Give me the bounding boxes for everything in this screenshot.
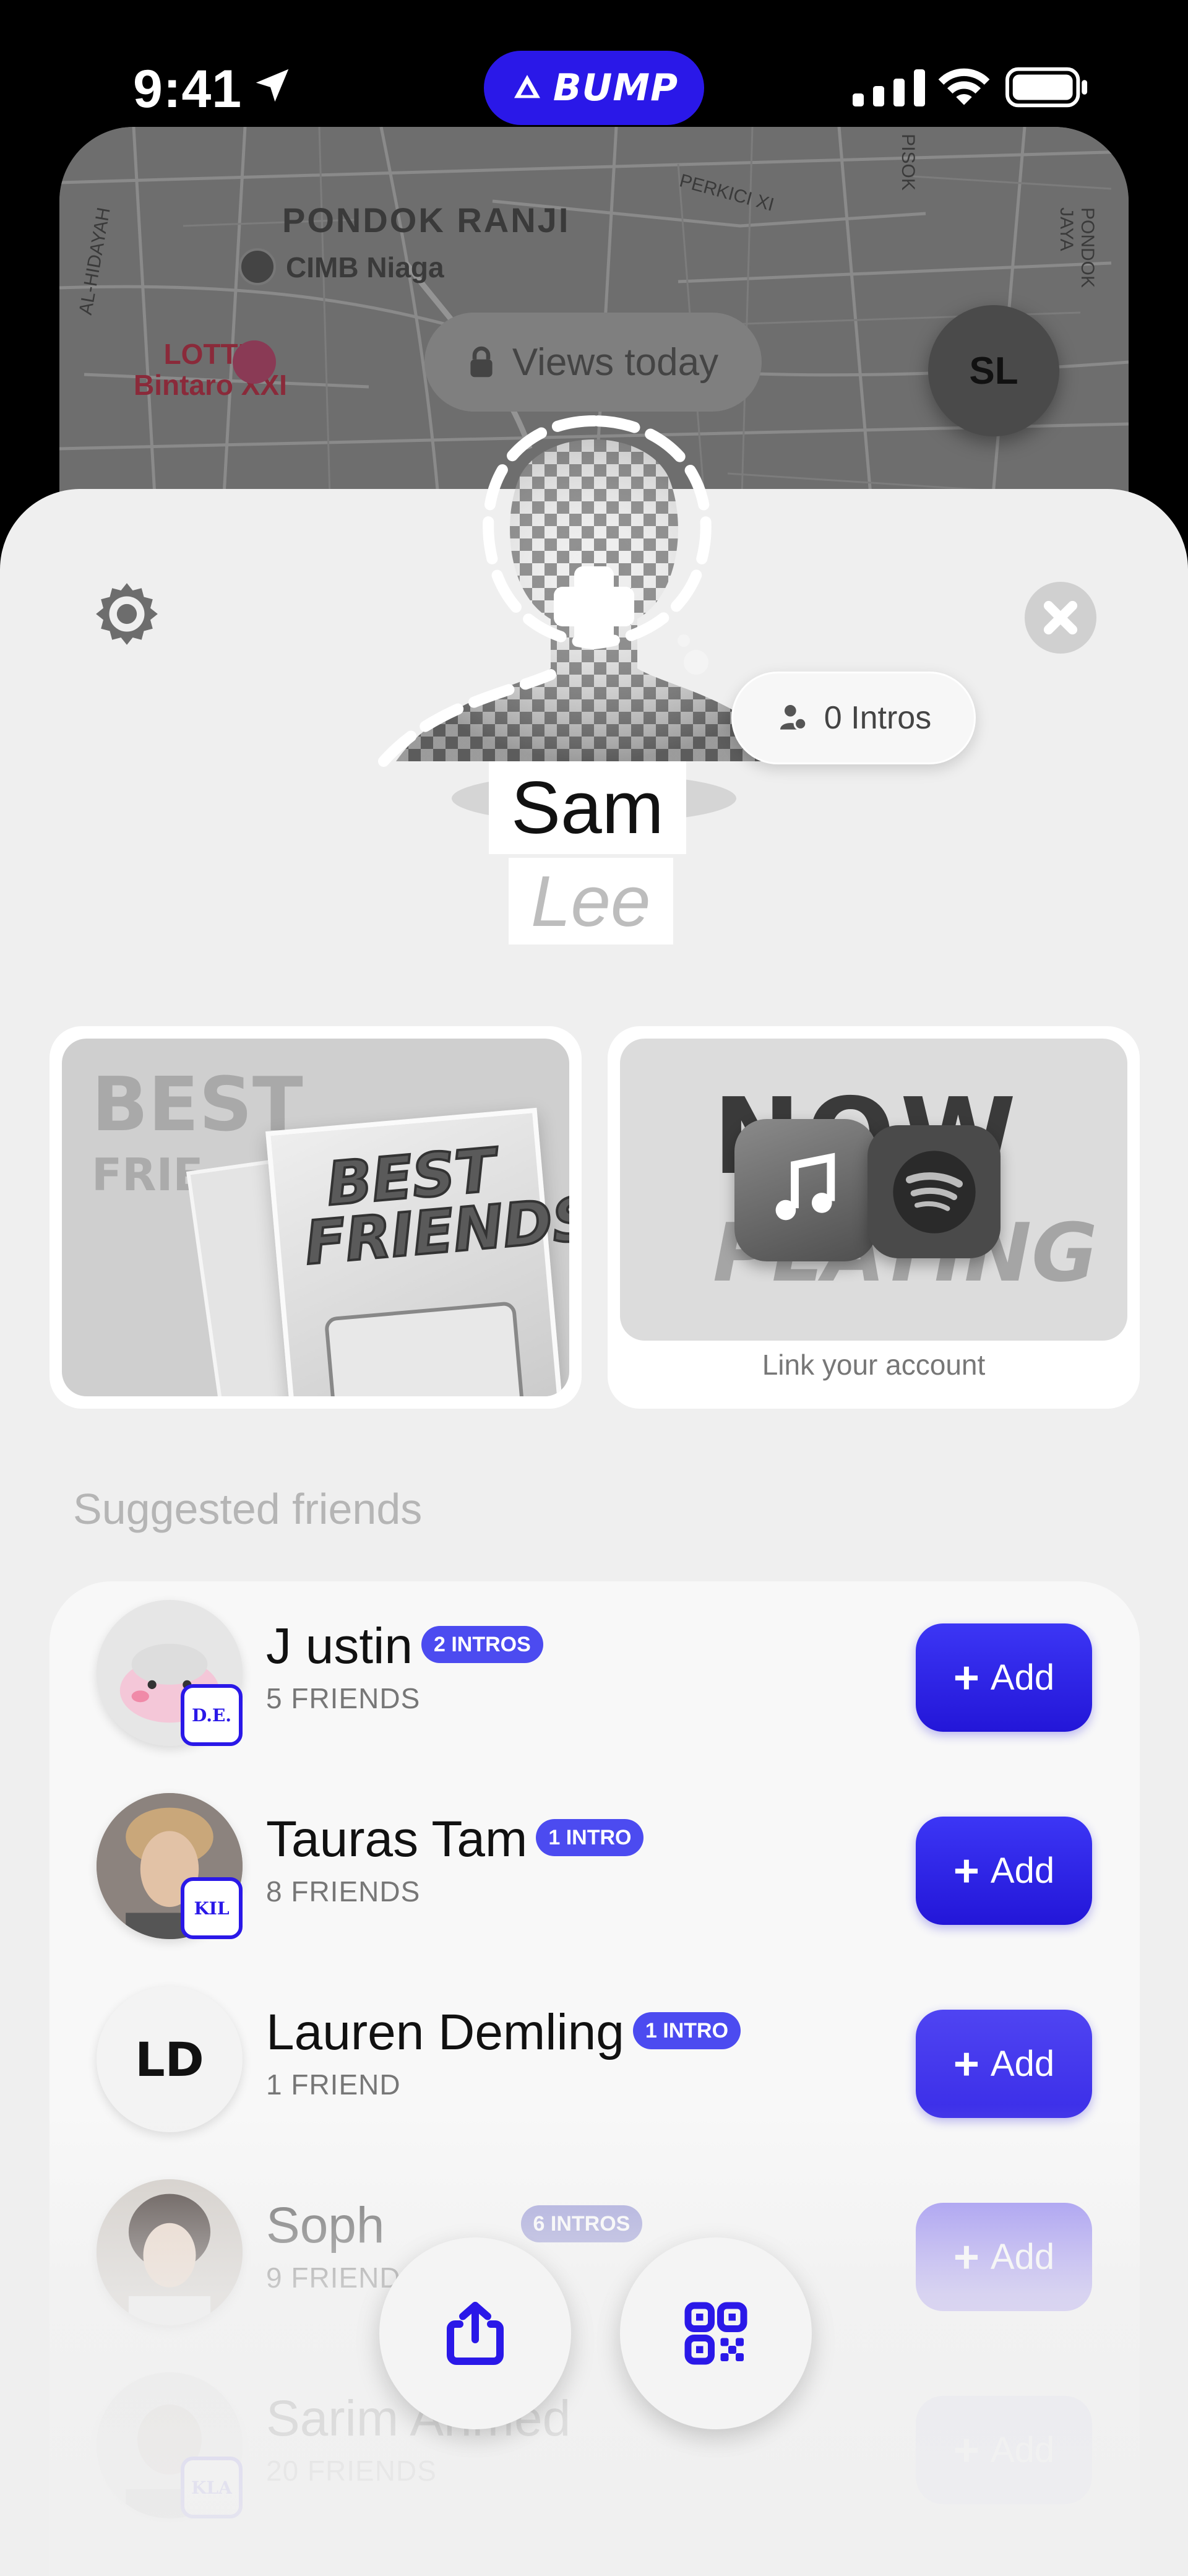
list-item[interactable]: Soph 6 INTROS 9 FRIENDS + Add	[50, 2161, 1140, 2354]
plus-icon: +	[953, 1653, 979, 1703]
friend-name: J ustin 2 INTROS	[266, 1617, 543, 1675]
friend-count: 5 FRIENDS	[266, 1682, 421, 1714]
friend-name-text: Soph	[266, 2197, 385, 2254]
plus-icon: +	[953, 2425, 979, 2475]
avatar[interactable]	[97, 2179, 243, 2325]
spotify-icon	[867, 1125, 1001, 1258]
friend-count: 1 FRIEND	[266, 2068, 401, 2101]
best-friends-title: BEST FRIENDS	[301, 1134, 569, 1279]
share-icon	[447, 2302, 504, 2365]
map-area-label: PONDOK RANJI	[282, 201, 570, 240]
now-playing-caption: Link your account	[762, 1349, 986, 1381]
app-pill[interactable]: BUMP	[484, 51, 704, 125]
intros-badge: 6 INTROS	[520, 2205, 643, 2243]
friend-count: 20 FRIENDS	[266, 2455, 437, 2487]
profile-last-name[interactable]: Lee	[509, 858, 673, 944]
friend-group-badge: KLA	[181, 2457, 243, 2518]
views-today-button[interactable]: Views today	[424, 313, 762, 412]
close-icon	[1043, 600, 1078, 635]
friend-name-text: Tauras Tam	[266, 1811, 528, 1867]
friend-count: 8 FRIENDS	[266, 1875, 421, 1908]
intros-badge: 1 INTRO	[632, 2012, 741, 2050]
plus-icon: +	[953, 2232, 979, 2282]
qr-code-icon	[684, 2302, 747, 2365]
intros-badge: 2 INTROS	[421, 1626, 543, 1664]
add-friend-button[interactable]: + Add	[916, 2396, 1092, 2504]
bump-logo-icon	[514, 75, 540, 98]
map-user-avatar[interactable]: SL	[928, 305, 1059, 436]
profile-first-name[interactable]: Sam	[489, 761, 686, 854]
status-bar: 9:41 BUMP	[0, 0, 1188, 130]
views-today-label: Views today	[512, 340, 719, 384]
plus-icon: +	[953, 1846, 979, 1896]
friend-name: Tauras Tam 1 INTRO	[266, 1810, 644, 1869]
app-pill-label: BUMP	[553, 66, 679, 110]
lock-icon	[470, 346, 493, 378]
apple-music-icon	[734, 1119, 877, 1261]
best-friends-artwork: BEST FRIE BEST FRIENDS	[62, 1039, 569, 1396]
share-button[interactable]	[379, 2237, 571, 2429]
list-item[interactable]: D.E. J ustin 2 INTROS 5 FRIENDS + Add	[50, 1581, 1140, 1774]
intros-count-label: 0 Intros	[824, 700, 932, 736]
list-item[interactable]: KLA Sarim Ahmed 20 FRIENDS + Add	[50, 2354, 1140, 2547]
add-button-label: Add	[990, 2430, 1055, 2470]
list-item[interactable]: LD Lauren Demling 1 INTRO 1 FRIEND + Add	[50, 1968, 1140, 2161]
close-button[interactable]	[1025, 582, 1096, 654]
add-friend-button[interactable]: + Add	[916, 2203, 1092, 2311]
map-street-label: PISOK	[897, 134, 918, 191]
avatar-initials: LD	[135, 2031, 204, 2087]
add-button-label: Add	[990, 2044, 1055, 2084]
map-poi-label: CIMB Niaga	[286, 251, 444, 283]
best-friends-card[interactable]: BEST FRIE BEST FRIENDS	[50, 1026, 582, 1409]
avatar[interactable]: LD	[97, 1986, 243, 2132]
cellular-signal-icon	[853, 69, 925, 106]
now-playing-card[interactable]: NOW PLAYING Link your account	[608, 1026, 1140, 1409]
now-playing-artwork: NOW PLAYING	[620, 1039, 1127, 1341]
wifi-icon	[938, 68, 990, 105]
friend-name-text: Lauren Demling	[266, 2004, 624, 2060]
map-street-label: PONDOK JAYA	[1056, 207, 1098, 288]
add-button-label: Add	[990, 2237, 1055, 2277]
add-friend-button[interactable]: + Add	[916, 1817, 1092, 1925]
profile-sheet: 0 Intros Sam Lee BEST FRIE BEST FRIENDS …	[0, 415, 1188, 2576]
friend-group-badge: KIL	[181, 1877, 243, 1939]
location-arrow-icon	[256, 69, 289, 102]
settings-gear-icon[interactable]	[92, 579, 162, 649]
plus-icon: +	[953, 2039, 979, 2089]
add-friend-button[interactable]: + Add	[916, 1623, 1092, 1732]
qr-code-button[interactable]	[620, 2237, 812, 2429]
add-button-label: Add	[990, 1658, 1055, 1698]
status-time: 9:41	[133, 59, 243, 119]
list-item[interactable]: KIL Tauras Tam 1 INTRO 8 FRIENDS + Add	[50, 1774, 1140, 1968]
suggested-friends-heading: Suggested friends	[73, 1485, 423, 1533]
friend-name: Lauren Demling 1 INTRO	[266, 2003, 741, 2062]
intros-count-button[interactable]: 0 Intros	[731, 672, 976, 764]
add-button-label: Add	[990, 1851, 1055, 1891]
bank-icon	[239, 248, 276, 285]
battery-icon	[1005, 67, 1088, 108]
suggested-friends-list: D.E. J ustin 2 INTROS 5 FRIENDS + Add KIL …	[50, 1581, 1140, 2576]
add-friend-button[interactable]: + Add	[916, 2010, 1092, 2118]
friend-group-badge: D.E.	[181, 1684, 243, 1746]
cinema-icon	[233, 340, 276, 384]
best-friends-photo-slot	[324, 1301, 526, 1396]
friend-name-text: J ustin	[266, 1618, 413, 1674]
people-icon	[780, 705, 807, 731]
intros-badge: 1 INTRO	[536, 1819, 644, 1857]
best-friends-front-card: BEST FRIENDS	[265, 1107, 569, 1396]
